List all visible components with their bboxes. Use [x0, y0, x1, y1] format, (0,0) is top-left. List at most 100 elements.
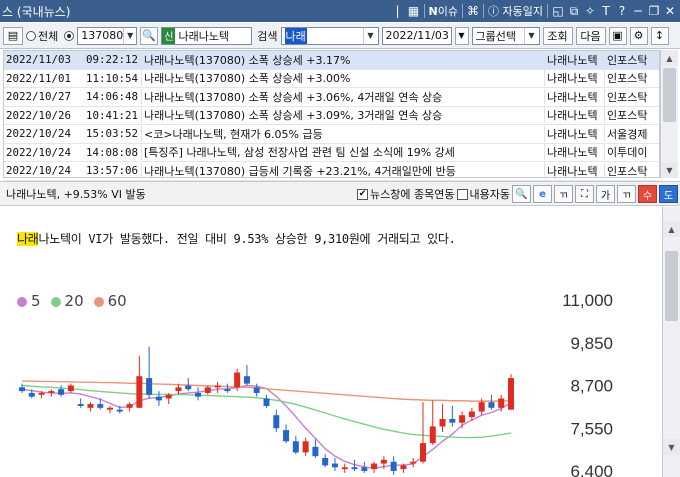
candle-body [185, 385, 192, 390]
candle [302, 437, 309, 457]
candle-body [419, 443, 426, 462]
candle-body [498, 398, 505, 408]
divider [547, 4, 548, 18]
query-button[interactable]: 조회 [542, 26, 573, 45]
gear-icon[interactable]: ⚙ [629, 26, 648, 45]
news-time: 11:10:54 [85, 71, 138, 85]
radio-all-indicator [26, 30, 36, 41]
window-title: 스 (국내뉴스) [2, 4, 71, 19]
pin-icon[interactable]: ✧ [584, 4, 596, 18]
candle-body [38, 392, 45, 395]
sort-icon[interactable]: ↕ [650, 26, 669, 45]
candle-body [243, 376, 250, 384]
news-row[interactable]: 2022/11/03 09:22:12 나래나노텍(137080) 소폭 상승세 +… [4, 51, 659, 70]
candle [204, 385, 211, 395]
chevron-down-icon[interactable]: ▼ [362, 27, 378, 44]
fullscreen-icon[interactable]: ⛶ [575, 185, 594, 203]
candle [439, 404, 446, 432]
y-tick-label: 7,550 [570, 419, 613, 438]
news-title: [특징주] 나래나노텍, 삼성 전장사업 관련 팀 신설 소식에 19% 강세 [141, 144, 544, 161]
news-row[interactable]: 2022/10/24 13:57:06 나래나노텍(137080) 급등세 기록중 … [4, 162, 659, 181]
candle [508, 374, 514, 410]
news-date: 2022/11/01 [6, 71, 72, 85]
news-row[interactable]: 2022/10/26 10:41:21 나래나노텍(137080) 소폭 상승세 +… [4, 107, 659, 125]
link-icon[interactable]: ⌘ [467, 4, 479, 18]
scroll-thumb[interactable] [665, 251, 678, 321]
candle [331, 457, 338, 471]
candle-body [351, 467, 358, 470]
content-scrollbar[interactable]: ▲ ▼ [662, 207, 680, 477]
news-scrollbar[interactable]: ▲ ▼ [660, 50, 678, 178]
next-button[interactable]: 다음 [575, 26, 606, 45]
news-date: 2022/10/24 [6, 145, 72, 159]
y-tick-label: 11,000 [562, 291, 613, 310]
candle-body [468, 411, 475, 418]
scroll-up-icon[interactable]: ▲ [663, 221, 680, 237]
news-title: 나래나노텍(137080) 소폭 상승세 +3.00% [141, 70, 544, 87]
window-copy-icon[interactable]: ⧉ [568, 4, 580, 19]
scroll-down-icon[interactable]: ▼ [661, 162, 678, 178]
scroll-down-icon[interactable]: ▼ [663, 439, 680, 455]
stock-chart: 11,000 9,850 8,700 7,550 6,400 [19, 291, 613, 477]
restore-icon[interactable]: ❐ [648, 4, 660, 18]
news-time: 14:06:48 [85, 90, 138, 104]
candle-body [283, 430, 290, 442]
scroll-up-icon[interactable]: ▲ [661, 50, 678, 66]
up-button[interactable]: 수 [638, 185, 657, 203]
chevron-down-icon[interactable]: ▼ [523, 27, 539, 44]
group-select[interactable]: 그룹선택 ▼ [471, 26, 540, 45]
candle-body [195, 392, 202, 397]
news-date: 2022/10/26 [6, 108, 72, 122]
chevron-down-icon[interactable]: ▼ [123, 27, 136, 44]
candle-body [263, 398, 270, 406]
help-button[interactable]: ? [616, 4, 628, 18]
font-size-icon[interactable]: ㄲ [554, 185, 573, 203]
font-small-icon[interactable]: ㄲ [617, 185, 636, 203]
news-source: 이투데이 [604, 144, 659, 161]
candle-body [429, 426, 436, 444]
date-field[interactable]: 2022/11/03 [381, 26, 452, 45]
news-row[interactable]: 2022/11/01 11:10:54 나래나노텍(137080) 소폭 상승세 +… [4, 70, 659, 88]
scroll-thumb[interactable] [663, 68, 676, 122]
radio-stock[interactable] [64, 30, 75, 41]
close-icon[interactable]: ✕ [664, 4, 676, 18]
down-button[interactable]: 도 [659, 185, 678, 203]
auto-content-checkbox[interactable] [456, 188, 468, 200]
news-date: 2022/10/24 [6, 127, 72, 141]
news-row[interactable]: 2022/10/24 15:03:52 <코>나래나노텍, 현재가 6.05% 급등… [4, 125, 659, 144]
menu-icon[interactable]: ▤ [3, 26, 23, 45]
issue-button[interactable]: N이슈 [429, 3, 458, 19]
link-news-label: 뉴스창에 종목연동 [370, 188, 455, 201]
zoom-icon[interactable]: 🔍 [512, 185, 531, 203]
minimize-icon[interactable]: ─ [632, 4, 644, 18]
search-input[interactable]: 나래 ▼ [280, 26, 379, 45]
news-row[interactable]: 2022/10/24 14:08:08 [특징주] 나래나노텍, 삼성 전장사업 관… [4, 144, 659, 162]
candle-body [361, 467, 368, 471]
news-date: 2022/11/03 [6, 53, 72, 67]
date-dropdown-icon[interactable]: ▼ [454, 26, 469, 45]
news-stock: 나래나노텍 [544, 125, 604, 142]
link-news-checkbox[interactable]: ✔ [357, 188, 369, 200]
text-size-icon[interactable]: 가 [596, 185, 615, 203]
title-bar-controls: | ▦ N이슈 ⌘ ⓘ 자동일지 ◱ ⧉ ✧ T ? ─ ❐ ✕ [392, 0, 676, 22]
browser-icon[interactable]: e [533, 185, 552, 203]
autolog-button[interactable]: ⓘ 자동일지 [488, 3, 543, 19]
search-icon[interactable]: 🔍 [140, 26, 159, 45]
grid-icon[interactable]: ▦ [408, 4, 420, 18]
news-row[interactable]: 2022/10/27 14:06:48 나래나노텍(137080) 소폭 상승세 +… [4, 88, 659, 107]
font-button[interactable]: T [600, 4, 612, 18]
stock-code-field[interactable]: 137080 ▼ [77, 26, 138, 45]
candle-body [292, 441, 299, 453]
issue-label: 이슈 [437, 5, 459, 18]
candle [410, 457, 417, 468]
radio-all[interactable]: 전체 [26, 28, 58, 44]
candle-body [234, 372, 241, 388]
print-icon[interactable]: ▣ [608, 26, 627, 45]
candle-body [204, 387, 211, 393]
window-split-icon[interactable]: ◱ [552, 4, 564, 18]
toolbar: ▤ 전체 137080 ▼ 🔍 신 나래나노텍 검색 나래 ▼ 2022/11/… [0, 23, 680, 49]
candle-body [97, 404, 104, 408]
news-title: 나래나노텍(137080) 소폭 상승세 +3.17% [141, 51, 544, 68]
candle-body [58, 389, 65, 395]
y-tick-label: 6,400 [570, 462, 613, 477]
